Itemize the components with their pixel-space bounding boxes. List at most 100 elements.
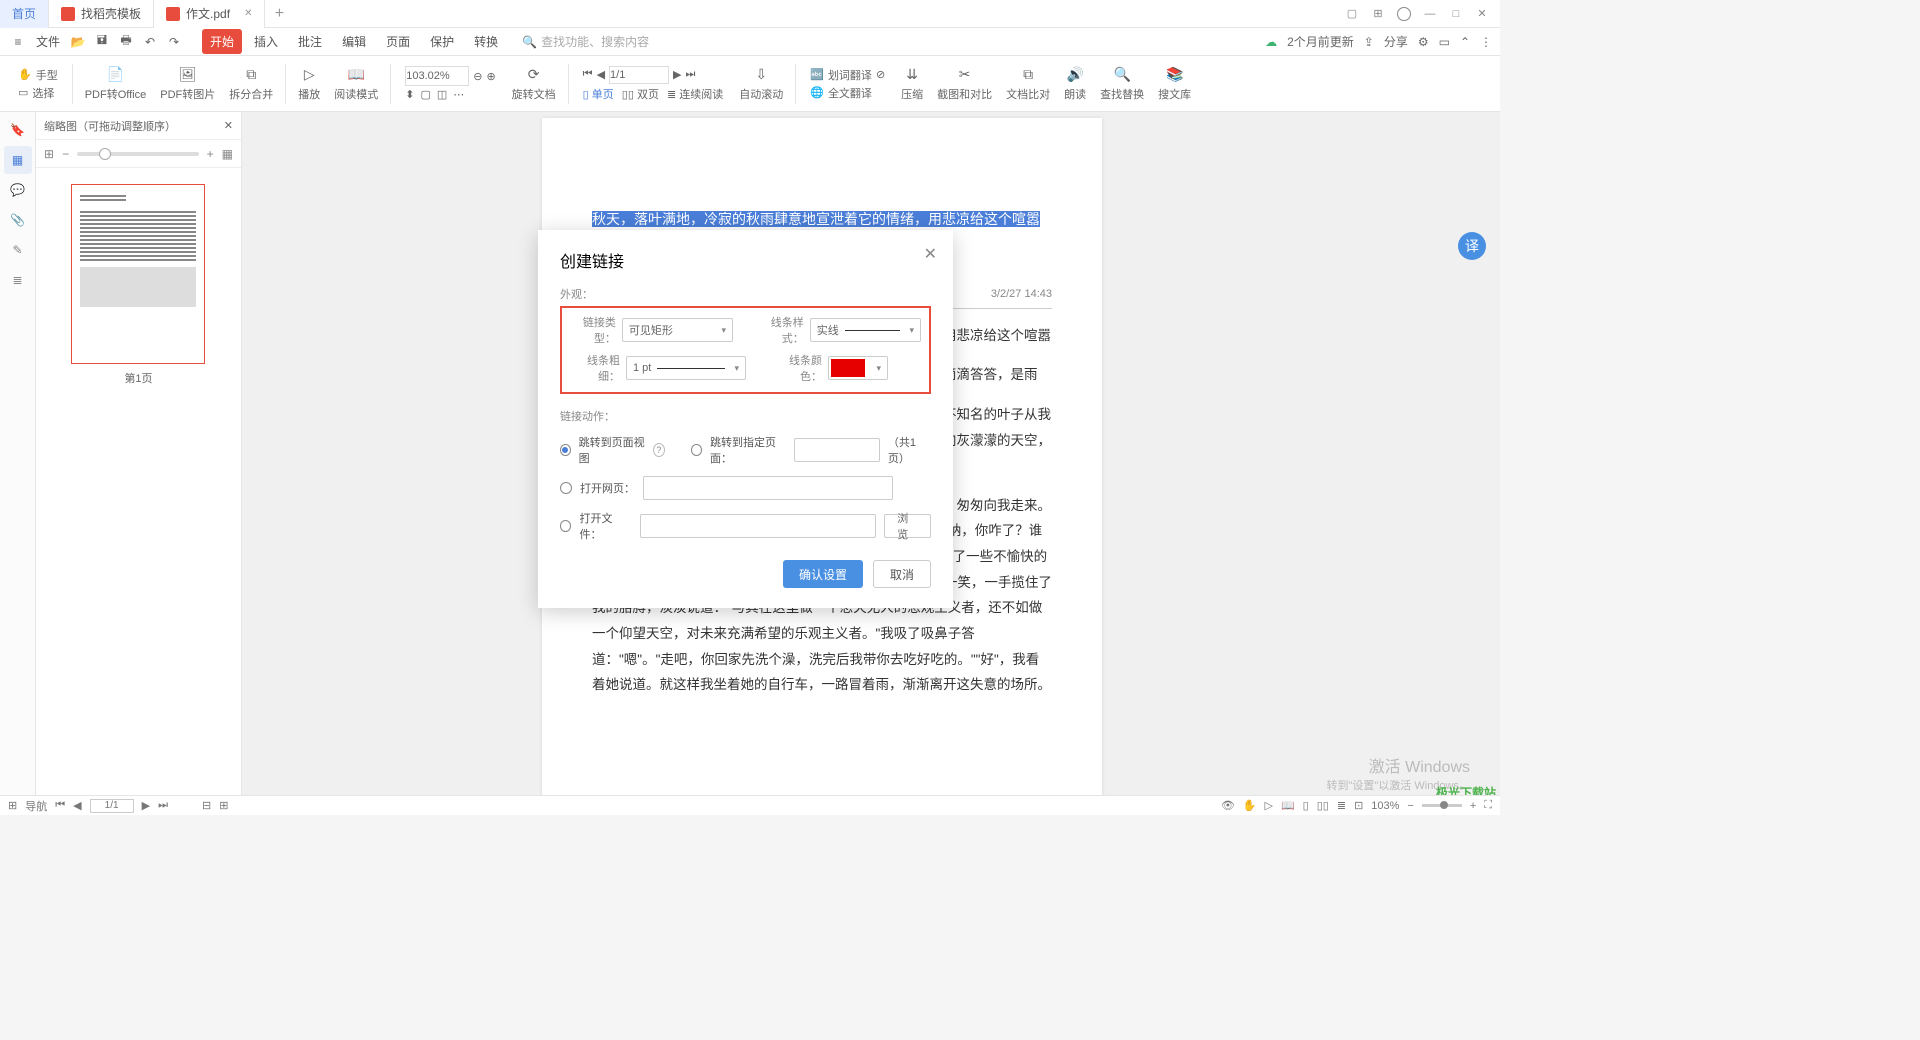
status-hand-icon[interactable]: ✋ [1243,799,1257,812]
tab-template[interactable]: 找稻壳模板 [49,0,154,28]
bookmark-icon[interactable]: 🔖 [4,116,32,144]
prev-page-icon[interactable]: ◀ [597,68,605,81]
thumbnail-icon[interactable]: ▦ [4,146,32,174]
status-book-icon[interactable]: 📖 [1281,799,1295,812]
line-style-select[interactable]: 实线 ▾ [810,318,921,342]
line-width-select[interactable]: 1 pt ▾ [626,356,746,380]
layout-icon[interactable]: ▢ [1340,4,1364,24]
goto-page-input[interactable] [794,438,880,462]
close-tab-icon[interactable]: ✕ [244,8,252,19]
read-aloud[interactable]: 🔊朗读 [1058,66,1092,102]
zoom-more-icon[interactable]: ⋯ [453,88,464,101]
status-zoom-in-icon[interactable]: + [1470,800,1476,812]
status-zoom-slider[interactable] [1422,804,1462,807]
status-first-icon[interactable]: ⏮ [55,799,65,812]
status-next-icon[interactable]: ▶ [142,799,150,812]
maximize-button[interactable]: □ [1444,4,1468,24]
open-icon[interactable]: 📂 [68,32,88,52]
status-double-icon[interactable]: ▯▯ [1317,799,1329,812]
continuous-read[interactable]: ≣ 连续阅读 [667,86,723,102]
hand-tool[interactable]: ✋手型 [18,67,58,83]
read-mode[interactable]: 📖阅读模式 [328,66,384,102]
open-file-input[interactable] [640,514,877,538]
thumb-grid-icon[interactable]: ▦ [222,147,233,161]
user-icon[interactable] [1392,4,1416,24]
thumb-zoom-in-icon[interactable]: + [207,147,214,161]
status-grid-icon[interactable]: ⊞ [8,799,17,812]
tab-home[interactable]: 首页 [0,0,49,28]
text-compare[interactable]: ⧉文档比对 [1000,66,1056,102]
radio-goto-view[interactable] [560,444,571,456]
confirm-button[interactable]: 确认设置 [783,560,863,588]
browse-button[interactable]: 浏览 [884,514,931,538]
undo-icon[interactable]: ↶ [140,32,160,52]
zoom-out-icon[interactable]: ⊖ [473,70,482,83]
status-prev-icon[interactable]: ◀ [73,799,81,812]
status-collapse-icon[interactable]: ⊟ [202,799,211,812]
menu-tab-edit[interactable]: 编辑 [334,29,374,54]
radio-goto-page[interactable] [691,444,702,456]
menu-icon[interactable]: ≡ [8,32,28,52]
pdf-to-office[interactable]: 📄PDF转Office [79,66,153,102]
status-zoom-label[interactable]: 103% [1371,800,1399,812]
fit-width-icon[interactable]: ⬍ [405,88,414,101]
fit-page-icon[interactable]: ▢ [420,88,430,101]
radio-open-file[interactable] [560,520,571,532]
double-page[interactable]: ▯▯ 双页 [622,86,659,102]
apps-icon[interactable]: ⊞ [1366,4,1390,24]
open-url-input[interactable] [643,476,893,500]
menu-tab-convert[interactable]: 转换 [466,29,506,54]
more-icon[interactable]: ⋮ [1480,35,1492,49]
cancel-button[interactable]: 取消 [873,560,931,588]
attachment-icon[interactable]: 📎 [4,206,32,234]
rotate-document[interactable]: ⟳旋转文档 [506,66,562,102]
compress[interactable]: ⇊压缩 [895,66,929,102]
status-fit-icon[interactable]: ⊡ [1354,799,1363,812]
search-input[interactable]: 🔍 查找功能、搜索内容 [522,33,702,50]
comment-icon[interactable]: 💬 [4,176,32,204]
actual-size-icon[interactable]: ◫ [437,88,447,101]
zoom-in-icon[interactable]: ⊕ [486,70,495,83]
thumb-zoom-slider[interactable] [77,152,199,156]
thumb-zoom-out-icon[interactable]: − [62,147,69,161]
menu-tab-protect[interactable]: 保护 [422,29,462,54]
link-type-select[interactable]: 可见矩形 ▾ [622,318,733,342]
status-play-icon[interactable]: ▷ [1265,799,1273,812]
close-panel-icon[interactable]: ✕ [224,119,233,132]
page-thumbnail-1[interactable]: 第1页 [71,184,207,386]
share-icon[interactable]: ⇪ [1364,35,1374,49]
find-replace[interactable]: 🔍查找替换 [1094,66,1150,102]
word-translate[interactable]: 🔤划词翻译⊘ [810,67,885,83]
settings-icon[interactable]: ⚙ [1418,35,1429,49]
status-nav-label[interactable]: 导航 [25,798,47,814]
last-page-icon[interactable]: ⏭ [686,68,696,81]
new-tab-button[interactable]: + [265,5,293,23]
window-mode-icon[interactable]: ▭ [1439,35,1450,49]
next-page-icon[interactable]: ▶ [673,68,681,81]
zoom-value[interactable]: 103.02% [405,66,469,86]
search-library[interactable]: 📚搜文库 [1152,66,1197,102]
radio-open-url[interactable] [560,482,572,494]
page-indicator[interactable]: 1/1 [609,66,669,84]
floating-translate-button[interactable]: 译 [1458,232,1486,260]
file-menu[interactable]: 文件 [32,33,64,50]
status-zoom-out-icon[interactable]: − [1407,800,1413,812]
update-label[interactable]: 2个月前更新 [1287,33,1354,50]
minimize-button[interactable]: — [1418,4,1442,24]
single-page[interactable]: ▯ 单页 [583,86,614,102]
share-label[interactable]: 分享 [1384,33,1408,50]
line-color-select[interactable]: ▾ [828,356,888,380]
menu-tab-insert[interactable]: 插入 [246,29,286,54]
split-merge[interactable]: ⧉拆分合并 [223,66,279,102]
layers-icon[interactable]: ≣ [4,266,32,294]
collapse-ribbon-icon[interactable]: ⌃ [1460,35,1470,49]
menu-tab-comment[interactable]: 批注 [290,29,330,54]
status-page-input[interactable]: 1/1 [90,799,134,813]
save-icon[interactable]: 🖬 [92,32,112,52]
screenshot-compare[interactable]: ✂截图和对比 [931,66,998,102]
print-icon[interactable]: 🖶 [116,32,136,52]
full-translate[interactable]: 🌐全文翻译 [810,85,872,101]
status-eye-icon[interactable]: 👁 [1221,799,1235,812]
signature-icon[interactable]: ✎ [4,236,32,264]
status-cont-icon[interactable]: ≣ [1337,799,1346,812]
